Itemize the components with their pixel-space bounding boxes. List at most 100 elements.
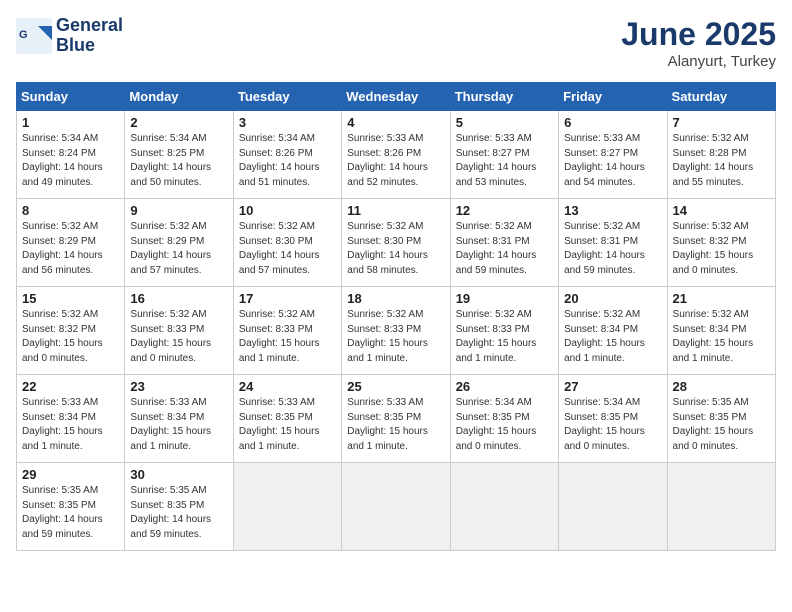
day-info: Sunrise: 5:34 AM Sunset: 8:25 PM Dayligh… <box>130 132 227 190</box>
day-number: 19 <box>456 291 553 306</box>
day-number: 1 <box>22 115 119 130</box>
calendar-cell: 18 Sunrise: 5:32 AM Sunset: 8:33 PM Dayli… <box>342 287 450 375</box>
calendar-cell: 30 Sunrise: 5:35 AM Sunset: 8:35 PM Dayli… <box>125 463 233 551</box>
day-number: 11 <box>347 203 444 218</box>
day-info: Sunrise: 5:34 AM Sunset: 8:24 PM Dayligh… <box>22 132 119 190</box>
day-number: 16 <box>130 291 227 306</box>
day-info: Sunrise: 5:32 AM Sunset: 8:32 PM Dayligh… <box>673 220 770 278</box>
calendar-cell: 1 Sunrise: 5:34 AM Sunset: 8:24 PM Daylig… <box>17 111 125 199</box>
day-info: Sunrise: 5:35 AM Sunset: 8:35 PM Dayligh… <box>22 484 119 542</box>
calendar-cell: 25Sunrise: 5:33 AM Sunset: 8:35 PM Dayli… <box>342 375 450 463</box>
day-info: Sunrise: 5:33 AM Sunset: 8:35 PM Dayligh… <box>239 396 336 454</box>
day-number: 17 <box>239 291 336 306</box>
day-info: Sunrise: 5:35 AM Sunset: 8:35 PM Dayligh… <box>130 484 227 542</box>
calendar-cell: 17 Sunrise: 5:32 AM Sunset: 8:33 PM Dayli… <box>233 287 341 375</box>
location: Alanyurt, Turkey <box>621 53 776 70</box>
calendar-week-row: 1 Sunrise: 5:34 AM Sunset: 8:24 PM Daylig… <box>17 111 776 199</box>
calendar-cell <box>667 463 775 551</box>
day-info: Sunrise: 5:34 AM Sunset: 8:35 PM Dayligh… <box>456 396 553 454</box>
calendar-week-row: 8 Sunrise: 5:32 AM Sunset: 8:29 PM Daylig… <box>17 199 776 287</box>
col-header-monday: Monday <box>125 83 233 111</box>
month-title: June 2025 <box>621 16 776 53</box>
day-number: 23 <box>130 379 227 394</box>
day-number: 7 <box>673 115 770 130</box>
calendar-cell: 10 Sunrise: 5:32 AM Sunset: 8:30 PM Dayli… <box>233 199 341 287</box>
day-number: 21 <box>673 291 770 306</box>
day-number: 28 <box>673 379 770 394</box>
day-info: Sunrise: 5:32 AM Sunset: 8:33 PM Dayligh… <box>456 308 553 366</box>
calendar-cell <box>233 463 341 551</box>
day-number: 20 <box>564 291 661 306</box>
col-header-friday: Friday <box>559 83 667 111</box>
calendar-cell: 23 Sunrise: 5:33 AM Sunset: 8:34 PM Dayli… <box>125 375 233 463</box>
day-info: Sunrise: 5:32 AM Sunset: 8:34 PM Dayligh… <box>564 308 661 366</box>
calendar-cell: 14Sunrise: 5:32 AM Sunset: 8:32 PM Dayli… <box>667 199 775 287</box>
page-header: G General Blue June 2025 Alanyurt, Turke… <box>16 16 776 70</box>
calendar-table: SundayMondayTuesdayWednesdayThursdayFrid… <box>16 82 776 551</box>
day-number: 9 <box>130 203 227 218</box>
logo-icon: G <box>16 18 52 54</box>
calendar-cell: 7 Sunrise: 5:32 AM Sunset: 8:28 PM Daylig… <box>667 111 775 199</box>
day-info: Sunrise: 5:32 AM Sunset: 8:30 PM Dayligh… <box>239 220 336 278</box>
day-info: Sunrise: 5:34 AM Sunset: 8:26 PM Dayligh… <box>239 132 336 190</box>
col-header-wednesday: Wednesday <box>342 83 450 111</box>
day-info: Sunrise: 5:32 AM Sunset: 8:31 PM Dayligh… <box>564 220 661 278</box>
day-number: 13 <box>564 203 661 218</box>
calendar-week-row: 29Sunrise: 5:35 AM Sunset: 8:35 PM Dayli… <box>17 463 776 551</box>
day-info: Sunrise: 5:33 AM Sunset: 8:34 PM Dayligh… <box>22 396 119 454</box>
svg-text:G: G <box>19 29 28 41</box>
calendar-cell: 19 Sunrise: 5:32 AM Sunset: 8:33 PM Dayli… <box>450 287 558 375</box>
calendar-body: 1 Sunrise: 5:34 AM Sunset: 8:24 PM Daylig… <box>17 111 776 551</box>
calendar-cell: 29Sunrise: 5:35 AM Sunset: 8:35 PM Dayli… <box>17 463 125 551</box>
calendar-cell: 21 Sunrise: 5:32 AM Sunset: 8:34 PM Dayli… <box>667 287 775 375</box>
day-number: 4 <box>347 115 444 130</box>
calendar-cell: 16Sunrise: 5:32 AM Sunset: 8:33 PM Dayli… <box>125 287 233 375</box>
day-info: Sunrise: 5:32 AM Sunset: 8:34 PM Dayligh… <box>673 308 770 366</box>
calendar-cell: 20 Sunrise: 5:32 AM Sunset: 8:34 PM Dayli… <box>559 287 667 375</box>
logo-line1: General <box>56 16 123 36</box>
calendar-cell: 12 Sunrise: 5:32 AM Sunset: 8:31 PM Dayli… <box>450 199 558 287</box>
day-info: Sunrise: 5:33 AM Sunset: 8:27 PM Dayligh… <box>456 132 553 190</box>
calendar-cell <box>559 463 667 551</box>
calendar-week-row: 22 Sunrise: 5:33 AM Sunset: 8:34 PM Dayli… <box>17 375 776 463</box>
calendar-cell: 27Sunrise: 5:34 AM Sunset: 8:35 PM Dayli… <box>559 375 667 463</box>
calendar-cell: 28Sunrise: 5:35 AM Sunset: 8:35 PM Dayli… <box>667 375 775 463</box>
day-number: 22 <box>22 379 119 394</box>
day-number: 2 <box>130 115 227 130</box>
day-number: 24 <box>239 379 336 394</box>
day-number: 18 <box>347 291 444 306</box>
calendar-cell: 11Sunrise: 5:32 AM Sunset: 8:30 PM Dayli… <box>342 199 450 287</box>
day-info: Sunrise: 5:32 AM Sunset: 8:28 PM Dayligh… <box>673 132 770 190</box>
logo-line2: Blue <box>56 36 123 56</box>
calendar-week-row: 15 Sunrise: 5:32 AM Sunset: 8:32 PM Dayli… <box>17 287 776 375</box>
calendar-cell: 13 Sunrise: 5:32 AM Sunset: 8:31 PM Dayli… <box>559 199 667 287</box>
col-header-tuesday: Tuesday <box>233 83 341 111</box>
day-info: Sunrise: 5:32 AM Sunset: 8:31 PM Dayligh… <box>456 220 553 278</box>
day-number: 8 <box>22 203 119 218</box>
day-info: Sunrise: 5:33 AM Sunset: 8:34 PM Dayligh… <box>130 396 227 454</box>
day-info: Sunrise: 5:33 AM Sunset: 8:27 PM Dayligh… <box>564 132 661 190</box>
day-info: Sunrise: 5:32 AM Sunset: 8:33 PM Dayligh… <box>347 308 444 366</box>
day-number: 5 <box>456 115 553 130</box>
day-info: Sunrise: 5:32 AM Sunset: 8:32 PM Dayligh… <box>22 308 119 366</box>
calendar-header-row: SundayMondayTuesdayWednesdayThursdayFrid… <box>17 83 776 111</box>
day-number: 10 <box>239 203 336 218</box>
calendar-cell: 4 Sunrise: 5:33 AM Sunset: 8:26 PM Daylig… <box>342 111 450 199</box>
calendar-cell: 9 Sunrise: 5:32 AM Sunset: 8:29 PM Daylig… <box>125 199 233 287</box>
calendar-cell: 6 Sunrise: 5:33 AM Sunset: 8:27 PM Daylig… <box>559 111 667 199</box>
day-info: Sunrise: 5:32 AM Sunset: 8:33 PM Dayligh… <box>239 308 336 366</box>
day-info: Sunrise: 5:32 AM Sunset: 8:29 PM Dayligh… <box>130 220 227 278</box>
day-number: 12 <box>456 203 553 218</box>
calendar-cell <box>342 463 450 551</box>
calendar-cell: 8 Sunrise: 5:32 AM Sunset: 8:29 PM Daylig… <box>17 199 125 287</box>
calendar-cell: 5 Sunrise: 5:33 AM Sunset: 8:27 PM Daylig… <box>450 111 558 199</box>
day-number: 30 <box>130 467 227 482</box>
day-number: 6 <box>564 115 661 130</box>
day-info: Sunrise: 5:33 AM Sunset: 8:26 PM Dayligh… <box>347 132 444 190</box>
calendar-cell: 3Sunrise: 5:34 AM Sunset: 8:26 PM Daylig… <box>233 111 341 199</box>
day-number: 15 <box>22 291 119 306</box>
day-number: 25 <box>347 379 444 394</box>
day-info: Sunrise: 5:32 AM Sunset: 8:29 PM Dayligh… <box>22 220 119 278</box>
col-header-sunday: Sunday <box>17 83 125 111</box>
logo: G General Blue <box>16 16 123 56</box>
